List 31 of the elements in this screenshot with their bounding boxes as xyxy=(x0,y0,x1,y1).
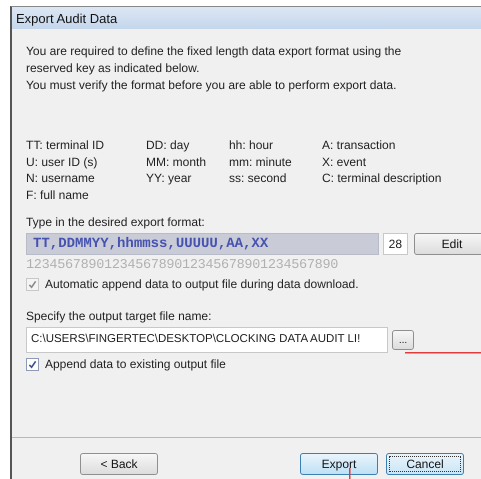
legend-text: A: transaction xyxy=(322,137,396,154)
length-field: 28 xyxy=(382,233,408,255)
dialog-button[interactable]: Cancel xyxy=(386,453,464,475)
instruction-text: You are required to define the fixed length data export format using the reserved key as indicated below. xyxy=(26,43,402,77)
legend-text: N: username xyxy=(26,170,96,186)
legend-text: F: full name xyxy=(26,186,90,203)
legend-text: DD: day xyxy=(146,137,190,154)
leader-line xyxy=(349,468,351,479)
legend-text: TT: terminal ID xyxy=(26,137,106,154)
legend-text: mm: minute xyxy=(229,154,293,170)
checkbox-label: Automatic append data to output file during data download. xyxy=(45,277,359,291)
field-label: Type in the desired export format: xyxy=(26,215,206,229)
field-label: Specify the output target file name: xyxy=(26,309,212,323)
instruction-text: You must verify the format before you are able to perform export data. xyxy=(26,77,398,94)
legend-text: ss: second xyxy=(229,170,288,186)
legend-text: X: event xyxy=(322,154,368,170)
dialog-button[interactable]: < Back xyxy=(80,453,158,475)
window-title: Export Audit Data xyxy=(16,10,118,26)
ruler-text: 1234567890123456789012345678901234567890 xyxy=(26,258,340,273)
checkbox-label: Append data to existing output file xyxy=(45,357,226,371)
format-field[interactable]: TT,DDMMYY,hhmmss,UUUUU,AA,XX xyxy=(26,233,379,255)
browse-button[interactable]: ... xyxy=(392,330,414,350)
file-path-field[interactable]: C:\USERS\FINGERTEC\DESKTOP\CLOCKING DATA AUDIT LI! xyxy=(26,327,388,353)
legend-text: C: terminal description xyxy=(322,170,442,186)
edit-button[interactable]: Edit xyxy=(414,233,481,255)
legend-text: YY: year xyxy=(146,170,192,186)
checkbox[interactable] xyxy=(26,358,39,370)
legend-text: MM: month xyxy=(146,154,208,170)
legend-text: U: user ID (s) xyxy=(26,154,98,170)
dialog-button[interactable]: Export xyxy=(300,453,378,475)
legend-text: hh: hour xyxy=(229,137,274,154)
